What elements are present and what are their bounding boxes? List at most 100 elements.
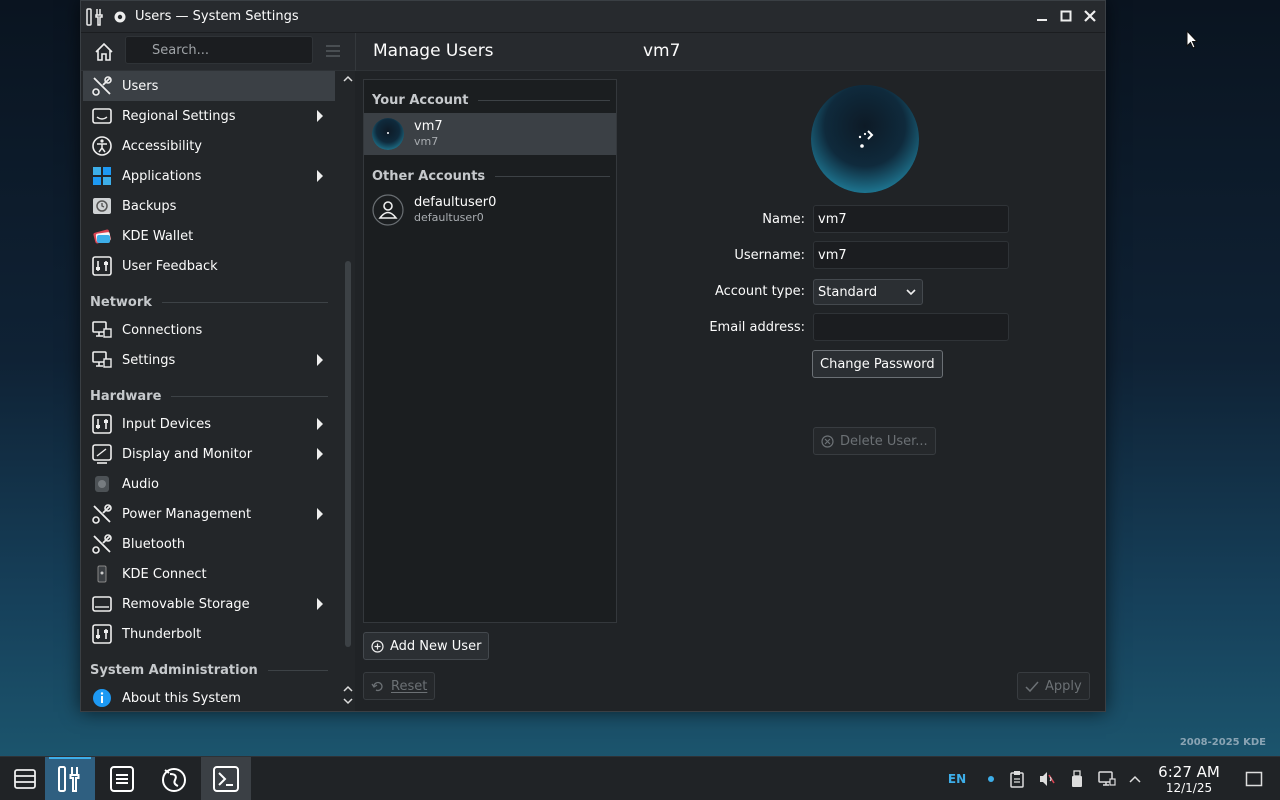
sidebar-scrollbar[interactable]: [341, 71, 355, 711]
avatar: [372, 118, 404, 150]
removable-storage-icon: [91, 593, 113, 615]
status-dot-icon[interactable]: [982, 757, 1000, 800]
home-button[interactable]: [91, 39, 117, 65]
sidebar-item-user-feedback[interactable]: User Feedback: [83, 251, 335, 281]
account-item-defaultuser0[interactable]: defaultuser0 defaultuser0: [364, 189, 616, 231]
minimize-icon: [1037, 19, 1047, 21]
chevron-right-icon: [317, 598, 323, 610]
pin-icon[interactable]: [113, 10, 127, 24]
taskbar-discover[interactable]: [149, 757, 199, 800]
your-account-heading: Your Account: [372, 90, 610, 110]
sidebar-item-audio[interactable]: Audio: [83, 469, 335, 499]
add-new-user-button[interactable]: Add New User: [363, 632, 490, 660]
email-field[interactable]: [813, 313, 1009, 341]
notification-dot-icon: [988, 776, 994, 782]
sidebar-item-power-management[interactable]: Power Management: [83, 499, 335, 529]
user-avatar[interactable]: [811, 85, 919, 193]
info-icon: [91, 687, 113, 709]
section-heading-system-administration: System Administration: [90, 660, 328, 680]
other-accounts-heading: Other Accounts: [372, 166, 610, 186]
title-bar[interactable]: Users — System Settings: [81, 1, 1105, 33]
sidebar-item-label: Applications: [122, 168, 202, 184]
thunderbolt-icon: [91, 623, 113, 645]
sidebar-item-applications[interactable]: Applications: [83, 161, 335, 191]
page-title: Manage Users: [373, 41, 494, 61]
sidebar-item-backups[interactable]: Backups: [83, 191, 335, 221]
sidebar-item-about-this-system[interactable]: About this System: [83, 683, 335, 711]
account-username: vm7: [414, 135, 439, 148]
volume-tray-button[interactable]: [1036, 757, 1058, 800]
show-hidden-icons-button[interactable]: [1126, 757, 1144, 800]
reset-icon: [371, 681, 383, 691]
backups-icon: [91, 195, 113, 217]
sidebar-item-settings[interactable]: Settings: [83, 345, 335, 375]
display-icon: [91, 443, 113, 465]
sidebar-item-accessibility[interactable]: Accessibility: [83, 131, 335, 161]
sidebar-item-label: Display and Monitor: [122, 446, 253, 462]
sidebar-item-label: Regional Settings: [122, 108, 236, 124]
sidebar-item-kde-wallet[interactable]: KDE Wallet: [83, 221, 335, 251]
sidebar-item-removable-storage[interactable]: Removable Storage: [83, 589, 335, 619]
scroll-up-icon[interactable]: [342, 683, 354, 695]
search-input[interactable]: [125, 36, 313, 64]
kde-connect-icon: [91, 563, 113, 585]
minimize-button[interactable]: [1033, 7, 1051, 25]
change-password-button[interactable]: Change Password: [812, 350, 943, 378]
scroll-up-icon[interactable]: [342, 73, 354, 85]
default-user-avatar-icon: [372, 194, 404, 226]
chevron-right-icon: [317, 418, 323, 430]
show-desktop-icon: [1245, 771, 1263, 787]
discover-icon: [162, 768, 186, 792]
taskbar: EN 6:27 AM 12/1/25: [0, 756, 1280, 800]
username-field[interactable]: [813, 241, 1009, 269]
account-item-vm7[interactable]: vm7 vm7: [364, 113, 616, 155]
applications-icon: [91, 165, 113, 187]
account-type-select[interactable]: Standard: [813, 279, 923, 305]
apply-button[interactable]: Apply: [1017, 672, 1090, 700]
section-heading-network: Network: [90, 292, 328, 312]
sidebar-item-bluetooth[interactable]: Bluetooth: [83, 529, 335, 559]
clipboard-icon: [1010, 771, 1024, 788]
sidebar-item-label: Audio: [122, 476, 159, 492]
scroll-down-icon[interactable]: [342, 695, 354, 707]
keyboard-layout-indicator[interactable]: EN: [944, 757, 970, 800]
maximize-icon: [1060, 10, 1072, 22]
name-label: Name:: [762, 212, 805, 227]
reset-button[interactable]: Reset: [363, 672, 436, 700]
name-field[interactable]: [813, 205, 1009, 233]
hamburger-menu-icon[interactable]: [323, 41, 343, 61]
add-user-icon: [371, 639, 384, 653]
close-button[interactable]: [1081, 7, 1099, 25]
username-label: Username:: [734, 248, 805, 263]
sidebar-item-label: Input Devices: [122, 416, 212, 432]
scrollbar-thumb[interactable]: [345, 261, 351, 647]
delete-user-button[interactable]: Delete User...: [813, 427, 936, 455]
taskbar-system-settings[interactable]: [45, 757, 95, 800]
sidebar-item-label: Backups: [122, 198, 177, 214]
sidebar-item-thunderbolt[interactable]: Thunderbolt: [83, 619, 335, 649]
sidebar-item-display-and-monitor[interactable]: Display and Monitor: [83, 439, 335, 469]
sidebar-item-regional-settings[interactable]: Regional Settings: [83, 101, 335, 131]
chevron-right-icon: [317, 354, 323, 366]
show-desktop-button[interactable]: [1240, 757, 1268, 800]
window-title: Users — System Settings: [135, 9, 299, 24]
network-tray-button[interactable]: [1096, 757, 1118, 800]
maximize-button[interactable]: [1057, 7, 1075, 25]
application-launcher-button[interactable]: [0, 757, 50, 800]
usb-drive-icon: [1072, 770, 1082, 787]
clipboard-tray-button[interactable]: [1006, 757, 1028, 800]
sidebar-item-users[interactable]: Users: [83, 71, 335, 101]
accessibility-icon: [91, 135, 113, 157]
sidebar-item-connections[interactable]: Connections: [83, 315, 335, 345]
regional-settings-icon: [91, 105, 113, 127]
connections-icon: [91, 319, 113, 341]
account-username: defaultuser0: [414, 211, 484, 224]
sidebar-item-kde-connect[interactable]: KDE Connect: [83, 559, 335, 589]
removable-devices-tray-button[interactable]: [1066, 757, 1088, 800]
sidebar-item-label: About this System: [122, 690, 241, 706]
volume-muted-icon: [1040, 772, 1055, 786]
taskbar-terminal[interactable]: [201, 757, 251, 800]
home-icon: [95, 42, 113, 61]
taskbar-file-manager[interactable]: [97, 757, 147, 800]
sidebar-item-input-devices[interactable]: Input Devices: [83, 409, 335, 439]
